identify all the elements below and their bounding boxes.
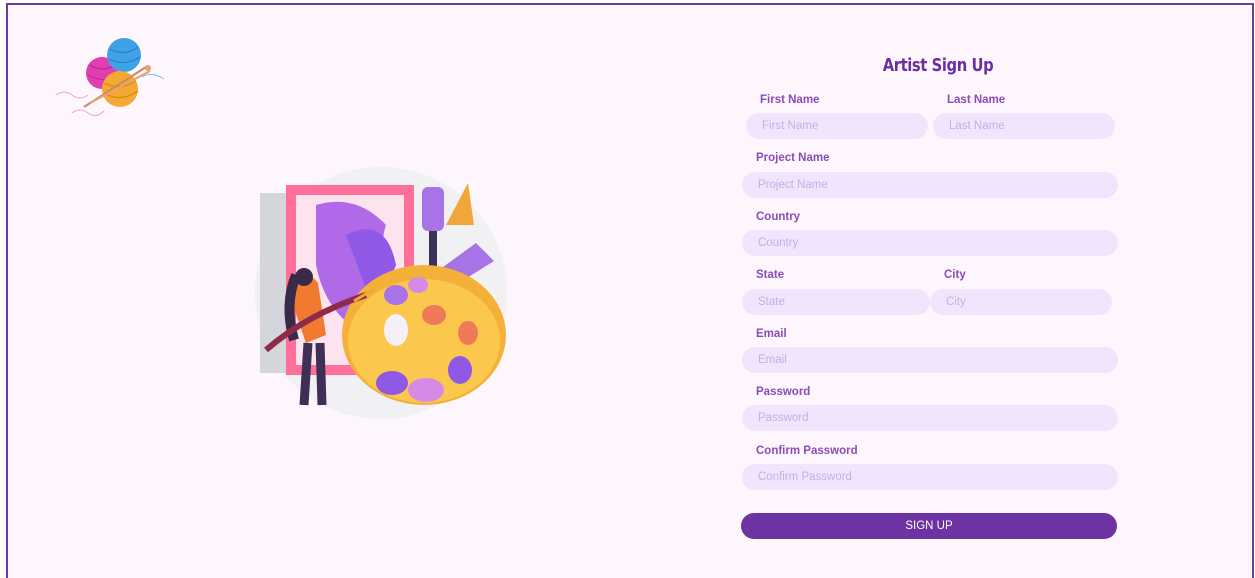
city-label: City bbox=[944, 269, 966, 281]
email-label: Email bbox=[756, 328, 787, 340]
sign-up-button[interactable]: SIGN UP bbox=[741, 513, 1117, 539]
city-field[interactable] bbox=[930, 289, 1112, 315]
state-field[interactable] bbox=[742, 289, 930, 315]
project-name-field[interactable] bbox=[742, 172, 1118, 198]
page-frame: Artist Sign Up First Name Last Name Proj… bbox=[6, 3, 1254, 578]
password-field[interactable] bbox=[742, 405, 1118, 431]
password-label: Password bbox=[756, 386, 811, 398]
country-field[interactable] bbox=[742, 230, 1118, 256]
email-field[interactable] bbox=[742, 347, 1118, 373]
last-name-label: Last Name bbox=[947, 94, 1006, 106]
yarn-balls-logo bbox=[55, 38, 165, 117]
artist-painting-illustration bbox=[255, 167, 507, 419]
state-label: State bbox=[756, 269, 785, 281]
confirm-password-label: Confirm Password bbox=[756, 445, 858, 457]
last-name-field[interactable] bbox=[933, 113, 1115, 139]
confirm-password-field[interactable] bbox=[742, 464, 1118, 490]
first-name-label: First Name bbox=[760, 94, 820, 106]
form-title: Artist Sign Up bbox=[882, 55, 994, 76]
first-name-field[interactable] bbox=[746, 113, 928, 139]
project-name-label: Project Name bbox=[756, 152, 830, 164]
country-label: Country bbox=[756, 211, 801, 223]
